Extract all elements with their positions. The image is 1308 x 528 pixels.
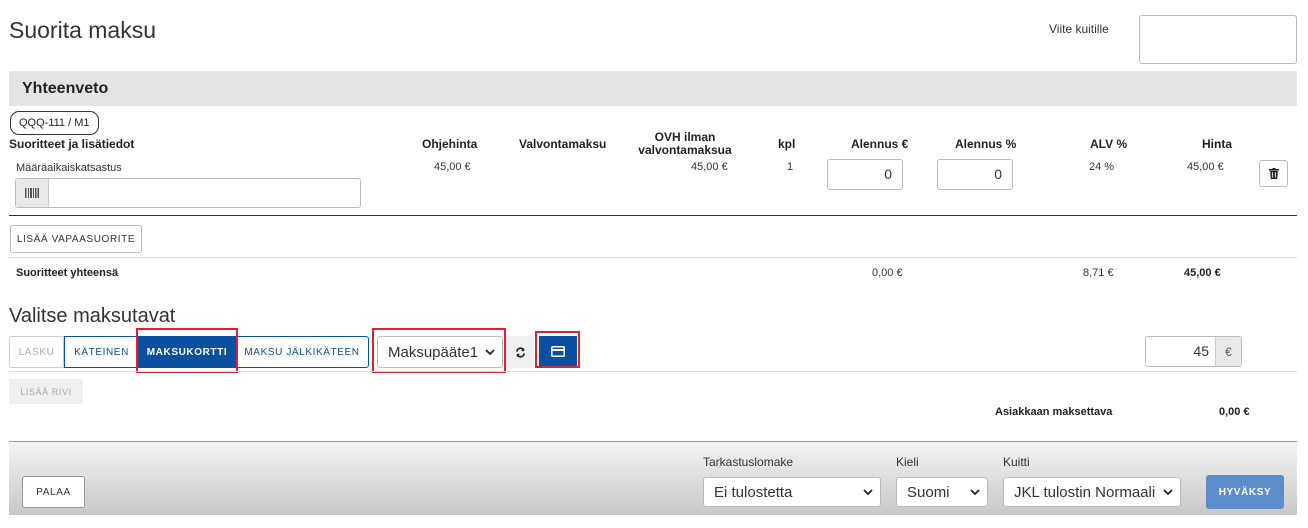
service-name: Määräaikaiskatsastus <box>16 162 122 174</box>
col-qty: kpl <box>778 137 796 151</box>
col-ovh: OVH ilman valvontamaksua <box>637 131 733 157</box>
page-title: Suorita maksu <box>9 17 157 43</box>
card-tab-highlight <box>136 328 238 373</box>
add-free-service-button[interactable]: LISÄÄ VAPAASUORITE <box>10 225 142 253</box>
language-select[interactable]: Suomi <box>896 477 988 507</box>
customer-pays-label: Asiakkaan maksettava <box>995 406 1113 418</box>
discount-eur-input[interactable]: 0 <box>827 159 903 190</box>
col-price: Hinta <box>1202 137 1232 151</box>
delete-row-button[interactable] <box>1259 160 1288 187</box>
service-qty: 1 <box>787 161 794 173</box>
receipt-select[interactable]: JKL tulostin Normaali <box>1003 477 1181 507</box>
discount-pct-input[interactable]: 0 <box>937 159 1013 190</box>
currency-addon: € <box>1215 337 1241 366</box>
summary-header: Yhteenveto <box>9 71 1297 106</box>
payment-heading: Valitse maksutavat <box>9 305 176 327</box>
card-button-highlight <box>535 331 580 368</box>
chevron-down-icon <box>863 489 873 495</box>
service-ovh: 45,00 € <box>691 161 728 173</box>
tab-cash[interactable]: KÄTEINEN <box>64 336 139 368</box>
totals-price: 45,00 € <box>1184 267 1221 279</box>
service-list-price: 45,00 € <box>434 161 471 173</box>
inspection-form-value: Ei tulostetta <box>714 483 793 501</box>
col-discount-eur: Alennus € <box>851 137 909 151</box>
trash-icon <box>1268 168 1279 179</box>
reference-label: Viite kuitille <box>1049 22 1109 36</box>
inspection-form-label: Tarkastuslomake <box>703 455 794 469</box>
receipt-value: JKL tulostin Normaali <box>1014 483 1156 501</box>
col-vat: ALV % <box>1090 137 1128 151</box>
reference-input[interactable] <box>1139 15 1297 64</box>
payment-amount-field[interactable]: 45 € <box>1145 336 1242 367</box>
language-label: Kieli <box>896 455 919 469</box>
col-control-fee: Valvontamaksu <box>519 137 607 151</box>
payment-divider <box>9 371 1297 372</box>
service-price: 45,00 € <box>1187 161 1224 173</box>
barcode-field[interactable] <box>15 178 361 208</box>
col-list-price: Ohjehinta <box>422 137 478 151</box>
vehicle-tag: QQQ-111 / M1 <box>10 111 99 135</box>
service-vat: 24 % <box>1089 161 1115 173</box>
barcode-icon <box>25 188 39 198</box>
col-ovh-line2: valvontamaksua <box>638 143 732 157</box>
barcode-addon <box>16 179 49 207</box>
chevron-down-icon <box>970 489 980 495</box>
add-row-button[interactable]: LISÄÄ RIVI <box>9 379 83 404</box>
chevron-down-icon <box>1163 489 1173 495</box>
language-value: Suomi <box>907 483 950 501</box>
totals-divider <box>9 257 1297 258</box>
back-button[interactable]: PALAA <box>22 476 85 508</box>
refresh-button[interactable] <box>506 336 534 368</box>
tab-pay-later[interactable]: MAKSU JÄLKIKÄTEEN <box>235 336 369 368</box>
col-discount-pct: Alennus % <box>955 137 1017 151</box>
totals-vat: 8,71 € <box>1083 267 1114 279</box>
summary-heading: Yhteenveto <box>22 80 109 97</box>
approve-button[interactable]: HYVÄKSY <box>1206 475 1284 509</box>
col-services: Suoritteet ja lisätiedot <box>9 137 135 151</box>
table-divider <box>9 215 1297 216</box>
terminal-highlight <box>372 328 506 373</box>
totals-label: Suoritteet yhteensä <box>16 267 119 279</box>
receipt-label: Kuitti <box>1003 455 1030 469</box>
tab-invoice[interactable]: LASKU <box>9 336 64 368</box>
refresh-icon <box>515 347 525 357</box>
inspection-form-select[interactable]: Ei tulostetta <box>703 477 881 507</box>
payment-amount-input[interactable]: 45 <box>1146 337 1217 366</box>
customer-pays-value: 0,00 € <box>1219 406 1250 418</box>
totals-discount: 0,00 € <box>872 267 903 279</box>
